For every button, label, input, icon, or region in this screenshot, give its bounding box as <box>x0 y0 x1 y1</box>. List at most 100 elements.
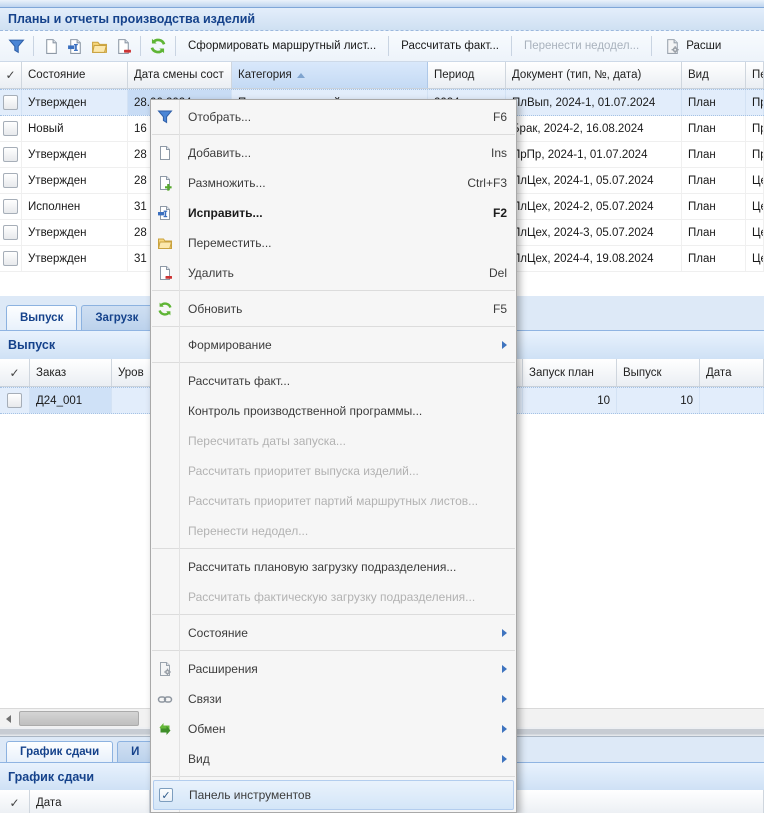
select-all-column-header[interactable]: ✓ <box>0 359 30 386</box>
generate-route-sheet-button[interactable]: Сформировать маршрутный лист... <box>181 34 383 58</box>
row-checkbox[interactable] <box>3 121 18 136</box>
menu-item-filter[interactable]: Отобрать... F6 <box>151 102 516 132</box>
menu-item-links[interactable]: Связи <box>151 684 516 714</box>
row-checkbox-cell[interactable] <box>0 142 22 167</box>
row-checkbox-cell[interactable] <box>0 194 22 219</box>
submenu-arrow-icon <box>502 725 507 733</box>
calculate-fact-button[interactable]: Рассчитать факт... <box>394 34 506 58</box>
plans-grid-header: ✓ Состояние Дата смены сост Категория Пе… <box>0 62 764 89</box>
menu-item-toolbar-toggle[interactable]: ✓ Панель инструментов <box>153 780 514 810</box>
delete-document-icon <box>156 264 174 282</box>
toolbar: Сформировать маршрутный лист... Рассчита… <box>0 31 764 62</box>
menu-item-state[interactable]: Состояние <box>151 618 516 648</box>
tab-vypusk[interactable]: Выпуск <box>6 305 77 330</box>
column-header-launch-plan[interactable]: Запуск план <box>523 359 617 386</box>
extensions-icon <box>664 38 681 55</box>
row-checkbox[interactable] <box>3 173 18 188</box>
column-header-category[interactable]: Категория <box>232 62 428 88</box>
scroll-left-button[interactable] <box>0 710 17 727</box>
row-checkbox-cell[interactable] <box>0 220 22 245</box>
move-button[interactable] <box>87 34 111 58</box>
row-checkbox-cell[interactable] <box>0 90 22 115</box>
menu-item-control-program[interactable]: Контроль производственной программы... <box>151 396 516 426</box>
menu-separator <box>152 290 515 291</box>
empty-icon-slot <box>156 522 174 540</box>
menu-item-add[interactable]: Добавить... Ins <box>151 138 516 168</box>
column-header-state-change-date[interactable]: Дата смены сост <box>128 62 232 88</box>
cell-unit: Цех <box>746 246 764 271</box>
toolbar-separator <box>33 36 34 56</box>
row-checkbox-cell[interactable] <box>0 388 30 413</box>
refresh-button[interactable] <box>146 34 170 58</box>
menu-separator <box>152 614 515 615</box>
tab-grafik-sdachi[interactable]: График сдачи <box>6 741 113 762</box>
filter-button[interactable] <box>4 34 28 58</box>
row-checkbox-cell[interactable] <box>0 168 22 193</box>
menu-item-priority-route-sheets: Рассчитать приоритет партий маршрутных л… <box>151 486 516 516</box>
scrollbar-thumb[interactable] <box>19 711 139 726</box>
row-checkbox[interactable] <box>7 393 22 408</box>
menu-item-label: Размножить... <box>188 176 455 190</box>
row-checkbox[interactable] <box>3 251 18 266</box>
add-document-icon <box>156 144 174 162</box>
menu-item-refresh[interactable]: Обновить F5 <box>151 294 516 324</box>
filter-icon <box>8 38 25 55</box>
select-all-column-header[interactable]: ✓ <box>0 62 22 88</box>
menu-item-exchange[interactable]: Обмен <box>151 714 516 744</box>
empty-icon-slot <box>156 492 174 510</box>
column-header-period[interactable]: Период <box>428 62 506 88</box>
extensions-button[interactable]: Расши <box>657 34 728 58</box>
menu-item-move[interactable]: Переместить... <box>151 228 516 258</box>
row-checkbox[interactable] <box>3 199 18 214</box>
menu-separator <box>152 326 515 327</box>
cell-kind: План <box>682 194 746 219</box>
row-checkbox-cell[interactable] <box>0 116 22 141</box>
extensions-icon <box>156 660 174 678</box>
column-header-date[interactable]: Дата <box>700 359 764 386</box>
column-label: Категория <box>238 69 292 81</box>
menu-item-formirovanie[interactable]: Формирование <box>151 330 516 360</box>
menu-item-extensions[interactable]: Расширения <box>151 654 516 684</box>
column-header-unit[interactable]: Передел <box>746 62 764 88</box>
arrow-left-icon <box>6 715 11 723</box>
links-icon <box>156 690 174 708</box>
app-window: Планы и отчеты производства изделий Сфор… <box>0 0 764 813</box>
column-header-state[interactable]: Состояние <box>22 62 128 88</box>
panel-titlebar: Планы и отчеты производства изделий <box>0 8 764 31</box>
row-checkbox[interactable] <box>3 95 18 110</box>
row-checkbox[interactable] <box>3 147 18 162</box>
column-header-document[interactable]: Документ (тип, №, дата) <box>506 62 682 88</box>
cell-launch-plan: 10 <box>523 388 617 413</box>
cell-state: Исполнен <box>22 194 128 219</box>
menu-item-view[interactable]: Вид <box>151 744 516 774</box>
exchange-icon <box>156 720 174 738</box>
panel-title: График сдачи <box>0 770 94 784</box>
edit-document-button[interactable] <box>63 34 87 58</box>
menu-item-shortcut: Ins <box>491 146 507 160</box>
menu-item-label: Панель инструментов <box>189 788 506 802</box>
menu-item-label: Переместить... <box>188 236 507 250</box>
cell-output: 10 <box>617 388 700 413</box>
menu-item-planned-load[interactable]: Рассчитать плановую загрузку подразделен… <box>151 552 516 582</box>
menu-item-edit[interactable]: Исправить... F2 <box>151 198 516 228</box>
row-checkbox[interactable] <box>3 225 18 240</box>
column-header-order[interactable]: Заказ <box>30 359 112 386</box>
cell-unit: Предприятие <box>746 90 764 115</box>
column-header-output[interactable]: Выпуск <box>617 359 700 386</box>
menu-item-label: Добавить... <box>188 146 479 160</box>
menu-item-calc-fact[interactable]: Рассчитать факт... <box>151 366 516 396</box>
cell-document: ПлЦех, 2024-3, 05.07.2024 <box>506 220 682 245</box>
add-document-button[interactable] <box>39 34 63 58</box>
delete-document-button[interactable] <box>111 34 135 58</box>
menu-item-duplicate[interactable]: Размножить... Ctrl+F3 <box>151 168 516 198</box>
column-header-date[interactable]: Дата <box>30 790 150 813</box>
menu-item-delete[interactable]: Удалить Del <box>151 258 516 288</box>
column-header-kind[interactable]: Вид <box>682 62 746 88</box>
select-all-column-header[interactable]: ✓ <box>0 790 30 813</box>
row-checkbox-cell[interactable] <box>0 246 22 271</box>
cell-date <box>700 388 764 413</box>
menu-item-label: Формирование <box>188 338 492 352</box>
menu-item-label: Вид <box>188 752 492 766</box>
button-label: Перенести недодел... <box>524 40 639 52</box>
submenu-arrow-icon <box>502 695 507 703</box>
